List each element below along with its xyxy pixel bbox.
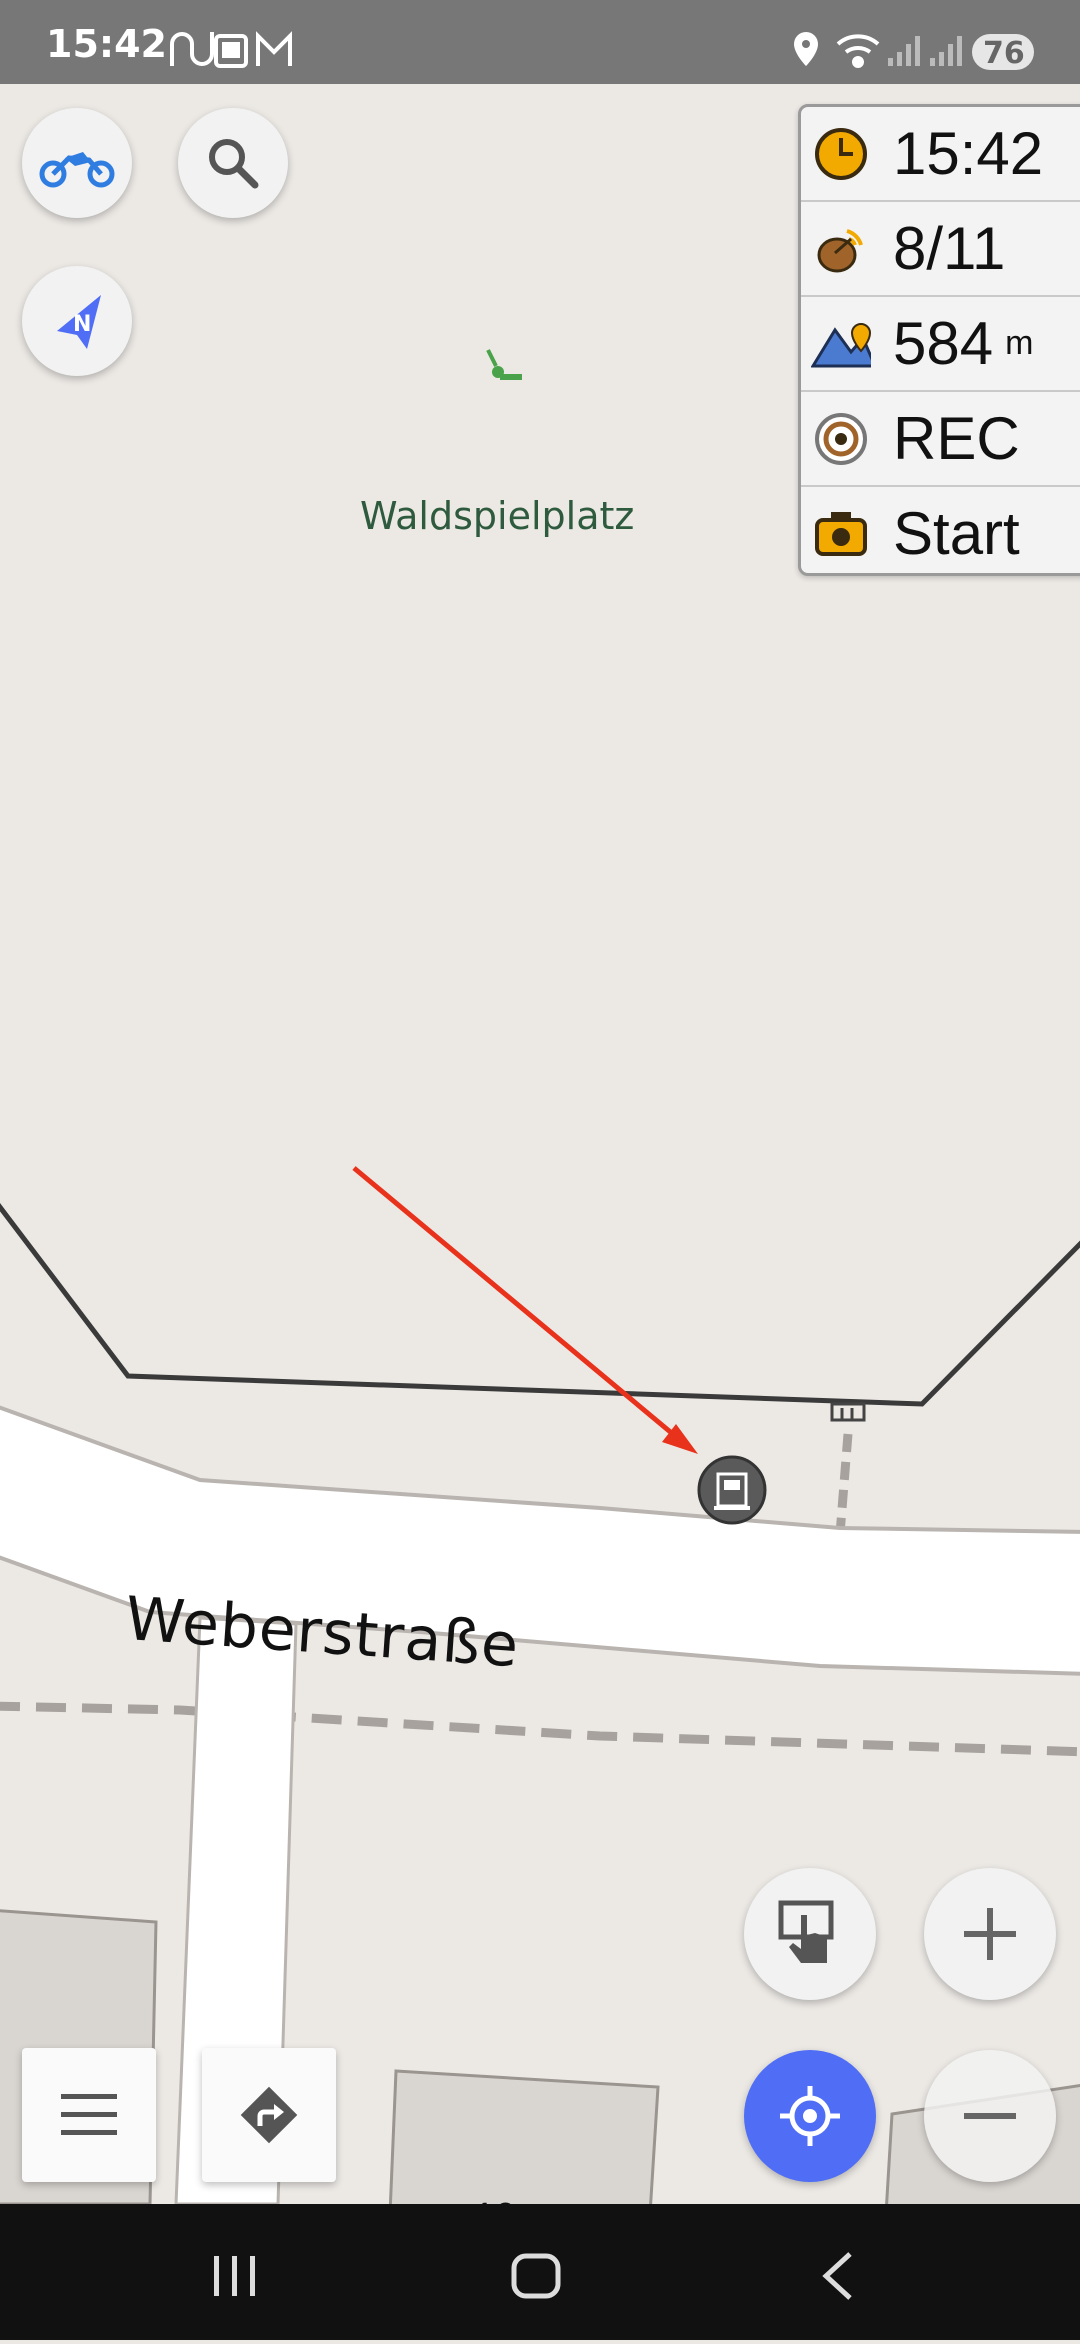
crosshair-icon bbox=[780, 2086, 840, 2146]
poi-label[interactable]: Waldspielplatz bbox=[360, 494, 634, 538]
satellite-icon bbox=[811, 219, 871, 279]
annotation-arrow bbox=[352, 1166, 698, 1454]
dashed-path bbox=[0, 1701, 1080, 1757]
directions-button[interactable] bbox=[202, 2048, 336, 2182]
nav-icons bbox=[214, 2252, 852, 2300]
record-icon bbox=[811, 409, 871, 469]
widget-clock[interactable]: 15:42 bbox=[801, 107, 1080, 202]
pointer-button[interactable] bbox=[744, 1868, 876, 2000]
widget-value: 8/11 bbox=[893, 215, 1006, 282]
directions-icon bbox=[240, 2086, 298, 2144]
fuel-station-icon bbox=[697, 1455, 767, 1525]
gate-icon bbox=[830, 1402, 866, 1422]
wifi-icon bbox=[836, 34, 880, 68]
camera-icon bbox=[811, 504, 871, 564]
back-icon bbox=[822, 2252, 852, 2300]
widget-value: Start bbox=[893, 500, 1020, 567]
signal-icon-2 bbox=[930, 36, 962, 66]
recent-apps-icon bbox=[214, 2256, 255, 2296]
system-nav-bar bbox=[0, 2204, 1080, 2340]
my-location-button[interactable] bbox=[744, 2050, 876, 2182]
menu-button[interactable] bbox=[22, 2048, 156, 2182]
svg-text:N: N bbox=[73, 312, 91, 337]
gmail-icon bbox=[256, 31, 292, 66]
location-icon bbox=[794, 32, 818, 66]
widget-value: REC bbox=[893, 405, 1020, 472]
widget-camera[interactable]: Start bbox=[801, 487, 1080, 573]
altitude-icon bbox=[811, 314, 871, 374]
menu-icon bbox=[61, 2094, 117, 2135]
touch-hand-icon bbox=[778, 1900, 834, 1963]
info-widgets-panel: 15:42 8/11 584 m REC Start bbox=[798, 104, 1080, 576]
area-boundary bbox=[0, 1203, 1080, 1407]
building bbox=[388, 2069, 660, 2204]
widget-value: 584 bbox=[893, 310, 994, 377]
search-button[interactable] bbox=[178, 108, 288, 218]
widget-satellites[interactable]: 8/11 bbox=[801, 202, 1080, 297]
clock-icon bbox=[811, 124, 871, 184]
profile-button[interactable] bbox=[22, 108, 132, 218]
screenshot-icon bbox=[214, 34, 248, 68]
dashed-footpath bbox=[835, 1433, 853, 1535]
playground-swing-icon bbox=[486, 349, 522, 380]
widget-record[interactable]: REC bbox=[801, 392, 1080, 487]
minus-icon bbox=[964, 2113, 1016, 2119]
scale-bar: 10 m bbox=[372, 2196, 660, 2204]
search-icon bbox=[209, 139, 259, 189]
motorcycle-icon bbox=[39, 152, 115, 188]
status-bar: 15:42 76 bbox=[0, 0, 1080, 84]
scale-ruler bbox=[372, 2196, 660, 2204]
home-icon bbox=[511, 2253, 561, 2299]
compass-north-icon: N bbox=[57, 295, 101, 349]
zoom-out-button[interactable] bbox=[924, 2050, 1056, 2182]
link-icon bbox=[170, 32, 214, 66]
widget-unit: m bbox=[1005, 324, 1034, 362]
status-icons bbox=[170, 31, 1034, 70]
widget-altitude[interactable]: 584 m bbox=[801, 297, 1080, 392]
plus-icon bbox=[964, 1908, 1016, 1960]
signal-icon bbox=[888, 36, 920, 66]
battery-level: 76 bbox=[983, 36, 1025, 71]
compass-button[interactable]: N bbox=[22, 266, 132, 376]
zoom-in-button[interactable] bbox=[924, 1868, 1056, 2000]
widget-value: 15:42 bbox=[893, 120, 1044, 187]
